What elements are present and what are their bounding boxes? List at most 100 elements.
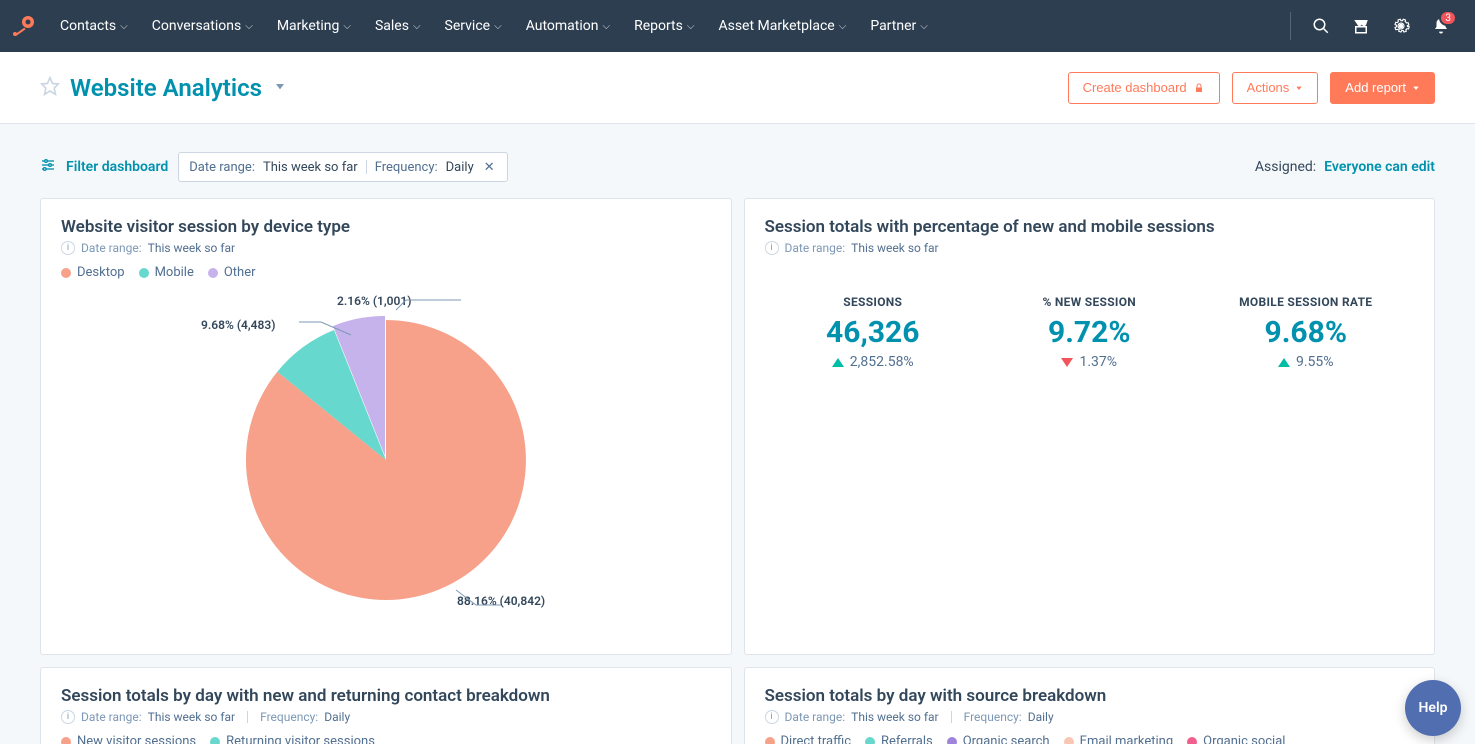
pie-label-desktop: 88.16% (40,842) [457,594,545,608]
legend-item[interactable]: Email marketing [1064,734,1174,744]
nav-service[interactable]: Service⌵ [433,0,514,52]
chevron-down-icon: ⌵ [839,21,847,32]
favorite-star-icon[interactable] [40,76,60,100]
settings-button[interactable] [1383,8,1419,44]
legend-item[interactable]: Desktop [61,265,125,280]
kpi-value: 9.72% [981,315,1198,350]
legend-item[interactable]: Organic search [947,734,1050,744]
chevron-down-icon: ⌵ [687,21,695,32]
assigned-link[interactable]: Everyone can edit [1324,159,1435,175]
divider [247,711,248,723]
legend-item[interactable]: Organic social [1187,734,1285,744]
top-nav: Contacts⌵ Conversations⌵ Marketing⌵ Sale… [0,0,1475,52]
lock-icon [1193,82,1205,94]
nav-marketing[interactable]: Marketing⌵ [265,0,363,52]
info-icon[interactable]: i [765,710,779,724]
kpi-sessions: SESSIONS 46,326 2,852.58% [765,295,982,371]
legend-item[interactable]: Referrals [865,734,933,744]
legend-dot-icon [61,737,71,744]
nav-contacts[interactable]: Contacts⌵ [48,0,140,52]
card-meta: i Date range: This week so far [61,241,711,255]
help-button[interactable]: Help [1405,680,1461,736]
kpi-value: 46,326 [765,315,982,350]
card-title: Website visitor session by device type [61,217,711,237]
caret-down-icon [1295,84,1303,92]
kpi-value: 9.68% [1198,315,1415,350]
trend-down-icon [1061,358,1073,367]
trend-up-icon [832,358,844,367]
title-dropdown-icon[interactable] [272,78,288,98]
legend-dot-icon [208,268,218,278]
card-meta: i Date range: This week so far Frequency… [765,710,1415,724]
chevron-down-icon: ⌵ [413,21,421,32]
caret-down-icon [1412,84,1420,92]
legend-item[interactable]: New visitor sessions [61,734,196,744]
pill-freq-val: Daily [446,160,474,175]
kpi-label: MOBILE SESSION RATE [1198,295,1415,309]
page-title[interactable]: Website Analytics [70,74,262,102]
pie-label-mobile: 9.68% (4,483) [201,318,275,332]
legend-item[interactable]: Other [208,265,256,280]
card-title: Session totals with percentage of new an… [765,217,1415,237]
kpi-delta: 9.55% [1278,354,1334,370]
marketplace-icon [1352,17,1370,35]
search-button[interactable] [1303,8,1339,44]
trend-up-icon [1278,358,1290,367]
nav-reports[interactable]: Reports⌵ [622,0,706,52]
notifications-button[interactable]: 3 [1423,8,1459,44]
filter-dashboard-link[interactable]: Filter dashboard [66,159,168,175]
legend-dot-icon [765,737,775,744]
card-device-type[interactable]: Website visitor session by device type i… [40,198,732,655]
card-session-totals[interactable]: Session totals with percentage of new an… [744,198,1436,655]
pill-date-key: Date range: [189,160,255,175]
filter-pill[interactable]: Date range: This week so far Frequency: … [178,152,507,182]
page-header: Website Analytics Create dashboard Actio… [0,52,1475,124]
info-icon[interactable]: i [61,710,75,724]
dashboard-grid: Website visitor session by device type i… [0,194,1475,744]
legend-item[interactable]: Direct traffic [765,734,852,744]
chevron-down-icon: ⌵ [602,21,610,32]
nav-automation[interactable]: Automation⌵ [514,0,622,52]
nav-sales[interactable]: Sales⌵ [363,0,433,52]
legend-dot-icon [61,268,71,278]
divider [1290,12,1291,40]
nav-conversations[interactable]: Conversations⌵ [140,0,265,52]
card-source-breakdown[interactable]: Session totals by day with source breakd… [744,667,1436,744]
title-group: Website Analytics [40,74,288,102]
chevron-down-icon: ⌵ [494,21,502,32]
kpi-new-session: % NEW SESSION 9.72% 1.37% [981,295,1198,371]
assigned-label: Assigned: [1255,159,1316,175]
legend-item[interactable]: Returning visitor sessions [210,734,375,744]
pill-freq-key: Frequency: [375,160,438,175]
actions-button[interactable]: Actions [1232,72,1319,104]
kpi-delta: 1.37% [1061,354,1117,370]
notification-badge: 3 [1439,10,1457,26]
legend-dot-icon [1064,737,1074,744]
clear-filter-icon[interactable]: ✕ [482,160,497,175]
pie-chart: 2.16% (1,001) 9.68% (4,483) 88.16% (40,8… [61,280,711,640]
nav-right: 3 [1282,8,1467,44]
hubspot-logo[interactable] [0,0,48,52]
card-meta: i Date range: This week so far Frequency… [61,710,711,724]
info-icon[interactable]: i [61,241,75,255]
nav-partner[interactable]: Partner⌵ [858,0,940,52]
legend: Desktop Mobile Other [61,265,711,280]
card-title: Session totals by day with new and retur… [61,686,711,706]
nav-asset-marketplace[interactable]: Asset Marketplace⌵ [706,0,858,52]
sliders-icon [40,157,56,177]
sprocket-icon [12,14,36,38]
divider [951,711,952,723]
gear-icon [1392,17,1410,35]
legend-dot-icon [865,737,875,744]
card-new-returning[interactable]: Session totals by day with new and retur… [40,667,732,744]
add-report-button[interactable]: Add report [1330,72,1435,104]
info-icon[interactable]: i [765,241,779,255]
legend: Direct traffic Referrals Organic search … [765,734,1415,744]
kpi-row: SESSIONS 46,326 2,852.58% % NEW SESSION … [765,295,1415,371]
chevron-down-icon: ⌵ [120,21,128,32]
create-dashboard-button[interactable]: Create dashboard [1068,72,1220,104]
legend-dot-icon [947,737,957,744]
legend-dot-icon [139,268,149,278]
marketplace-button[interactable] [1343,8,1379,44]
legend-item[interactable]: Mobile [139,265,194,280]
